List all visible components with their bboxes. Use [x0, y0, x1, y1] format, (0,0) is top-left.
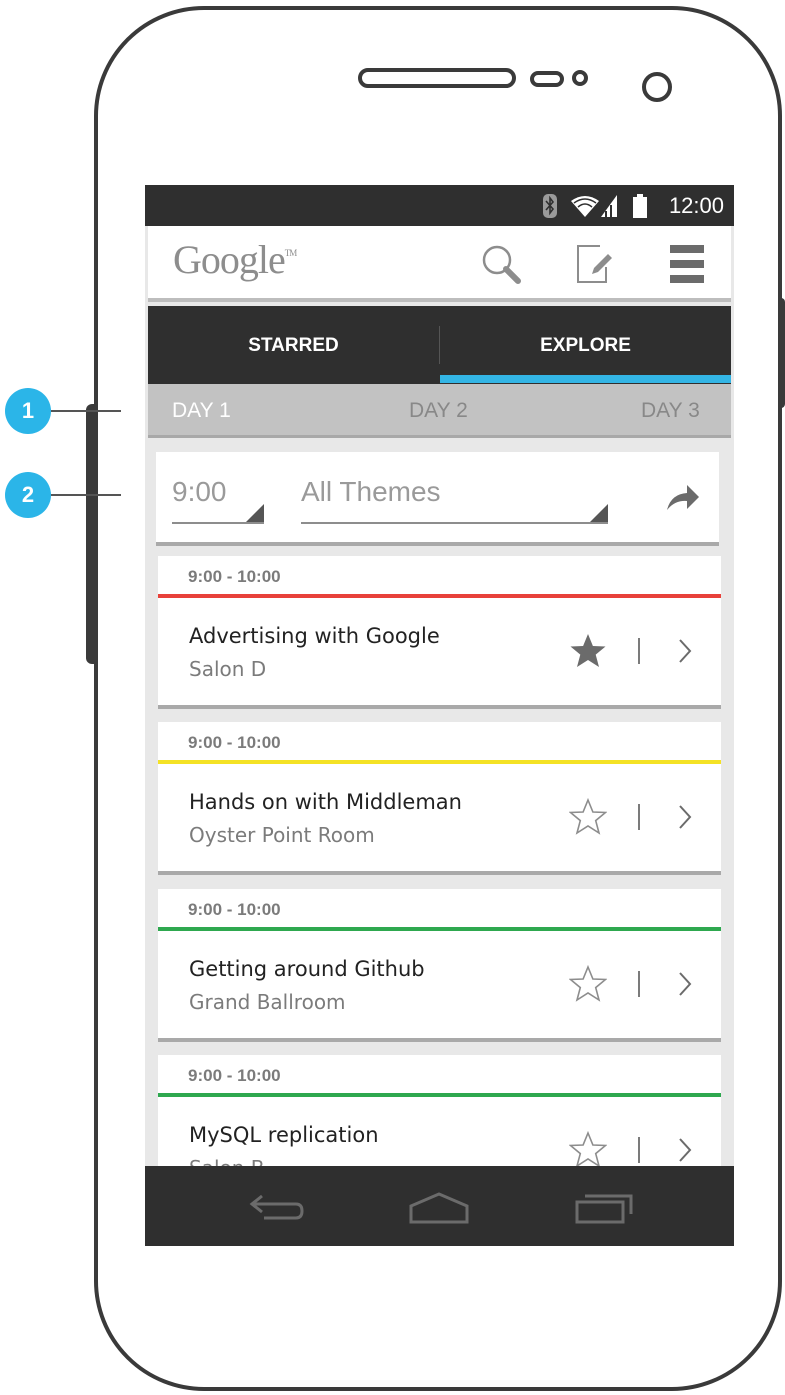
- dropdown-arrow-icon: [246, 504, 264, 522]
- session-time: 9:00 - 10:00: [188, 900, 281, 919]
- star-filled-icon[interactable]: [569, 632, 607, 670]
- session-title: Advertising with Google: [189, 624, 440, 648]
- star-outline-icon[interactable]: [568, 964, 608, 1003]
- session-color-bar: [158, 927, 721, 931]
- chevron-right-icon[interactable]: [678, 1137, 692, 1163]
- day-1-tab[interactable]: DAY 1: [172, 399, 231, 423]
- earpiece-speaker: [358, 68, 516, 88]
- home-icon[interactable]: [407, 1188, 471, 1228]
- theme-select[interactable]: All Themes: [301, 476, 608, 524]
- row-divider: [638, 638, 640, 664]
- session-time: 9:00 - 10:00: [188, 567, 281, 586]
- day-selector: DAY 1 DAY 2 DAY 3: [148, 384, 731, 438]
- tab-bar: STARRED EXPLORE: [148, 306, 731, 384]
- chevron-right-icon[interactable]: [678, 638, 692, 664]
- bluetooth-icon: [543, 194, 557, 218]
- dropdown-arrow-icon: [590, 504, 608, 522]
- session-color-bar: [158, 594, 721, 598]
- action-bar: GoogleTM: [148, 226, 731, 302]
- session-room: Salon D: [189, 657, 267, 681]
- star-outline-icon[interactable]: [568, 797, 608, 836]
- session-color-bar: [158, 1093, 721, 1097]
- row-divider: [638, 971, 640, 997]
- callout-1: 1: [5, 388, 51, 434]
- light-sensor: [572, 70, 588, 86]
- battery-icon: [633, 194, 647, 218]
- theme-select-value: All Themes: [301, 476, 441, 507]
- star-outline-icon[interactable]: [568, 1130, 608, 1169]
- session-room: Grand Ballroom: [189, 990, 346, 1014]
- callout-2-line: [51, 494, 121, 496]
- tab-starred[interactable]: STARRED: [148, 306, 439, 384]
- device-screen: 12:00 GoogleTM STARRED EXPLORE DAY 1 DAY…: [145, 185, 734, 1246]
- session-title: Getting around Github: [189, 957, 425, 981]
- app-logo: GoogleTM: [173, 236, 297, 283]
- navigation-bar: [145, 1166, 734, 1246]
- recent-apps-icon[interactable]: [573, 1188, 635, 1228]
- day-2-tab[interactable]: DAY 2: [409, 399, 468, 423]
- tab-explore[interactable]: EXPLORE: [440, 306, 731, 384]
- row-divider: [638, 804, 640, 830]
- filter-card: 9:00 All Themes: [156, 452, 719, 546]
- signal-icon: [601, 195, 617, 217]
- session-card[interactable]: 9:00 - 10:00 Hands on with Middleman Oyste…: [158, 722, 721, 875]
- search-icon[interactable]: [478, 241, 524, 287]
- session-color-bar: [158, 760, 721, 764]
- callout-2: 2: [5, 472, 51, 518]
- row-divider: [638, 1137, 640, 1163]
- status-bar: 12:00: [145, 185, 734, 226]
- day-3-tab[interactable]: DAY 3: [641, 399, 700, 423]
- proximity-sensor: [530, 71, 564, 87]
- chevron-right-icon[interactable]: [678, 804, 692, 830]
- logo-text: Google: [173, 237, 286, 282]
- share-icon[interactable]: [665, 482, 701, 512]
- compose-icon[interactable]: [570, 241, 616, 287]
- status-time: 12:00: [668, 193, 724, 218]
- session-room: Oyster Point Room: [189, 823, 375, 847]
- wifi-icon: [571, 196, 599, 217]
- session-time: 9:00 - 10:00: [188, 733, 281, 752]
- session-card[interactable]: 9:00 - 10:00 Getting around Github Grand B…: [158, 889, 721, 1042]
- callout-1-line: [51, 410, 121, 412]
- logo-mark: TM: [284, 248, 297, 258]
- time-select-value: 9:00: [172, 476, 227, 507]
- session-card[interactable]: 9:00 - 10:00 Advertising with Google Salon…: [158, 556, 721, 709]
- session-title: Hands on with Middleman: [189, 790, 462, 814]
- menu-icon[interactable]: [664, 241, 710, 287]
- time-select[interactable]: 9:00: [172, 476, 264, 524]
- front-camera: [642, 72, 672, 102]
- back-icon[interactable]: [248, 1188, 308, 1228]
- chevron-right-icon[interactable]: [678, 971, 692, 997]
- tab-selected-indicator: [440, 375, 731, 383]
- session-title: MySQL replication: [189, 1123, 379, 1147]
- status-icons: [543, 194, 647, 218]
- session-time: 9:00 - 10:00: [188, 1066, 281, 1085]
